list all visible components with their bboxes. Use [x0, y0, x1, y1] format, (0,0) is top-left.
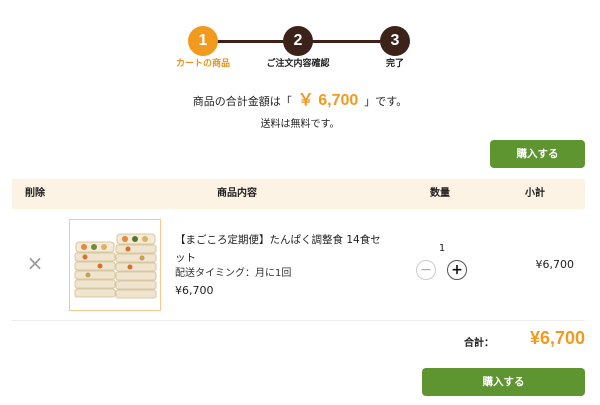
total-label: 合計： [464, 338, 494, 349]
checkout-stepper: 1 カートの商品 2 ご注文内容確認 3 完了 [0, 26, 600, 76]
cart-row: × 【まごころ定期便】たんぱく調整食 14食セット 配送タイミング：月に1回 ¥… [12, 209, 585, 321]
total-summary: 商品の合計金額は「 ￥ 6,700 」です。 [0, 90, 600, 113]
header-item: 商品内容 [217, 188, 257, 199]
header-quantity: 数量 [430, 188, 450, 199]
quantity-decrease-button[interactable]: − [416, 260, 436, 280]
header-subtotal: 小計 [525, 188, 545, 199]
summary-prefix: 商品の合計金額は「 [192, 95, 292, 108]
step-label: ご注文内容確認 [266, 59, 330, 69]
step-label: カートの商品 [175, 59, 230, 69]
purchase-button-top[interactable]: 購入する [490, 140, 585, 168]
product-price: ¥6,700 [175, 284, 214, 297]
summary-suffix: 」です。 [364, 95, 408, 108]
step-number: 2 [283, 26, 313, 56]
summary-amount: ￥ 6,700 [297, 92, 359, 109]
total-value: ¥6,700 [529, 328, 585, 348]
shipping-note: 送料は無料です。 [260, 119, 340, 130]
quantity-value: 1 [438, 243, 446, 254]
step-complete: 3 完了 [350, 26, 440, 70]
step-label: 完了 [385, 59, 404, 69]
meal-trays-image [74, 233, 157, 299]
minus-icon: − [420, 262, 432, 278]
quantity-increase-button[interactable]: + [447, 260, 467, 280]
purchase-button-bottom[interactable]: 購入する [422, 368, 585, 396]
step-confirm: 2 ご注文内容確認 [253, 26, 343, 70]
step-cart: 1 カートの商品 [158, 26, 248, 70]
product-name[interactable]: 【まごころ定期便】たんぱく調整食 14食セット [175, 231, 390, 267]
cart-table-header: 削除 商品内容 数量 小計 [12, 179, 585, 209]
product-image[interactable] [69, 219, 161, 311]
delivery-timing: 配送タイミング：月に1回 [175, 268, 292, 279]
step-number: 3 [380, 26, 410, 56]
step-number: 1 [188, 26, 218, 56]
header-delete: 削除 [25, 188, 45, 199]
plus-icon: + [451, 262, 463, 278]
remove-item-icon[interactable]: × [26, 253, 44, 273]
row-subtotal: ¥6,700 [535, 258, 575, 271]
